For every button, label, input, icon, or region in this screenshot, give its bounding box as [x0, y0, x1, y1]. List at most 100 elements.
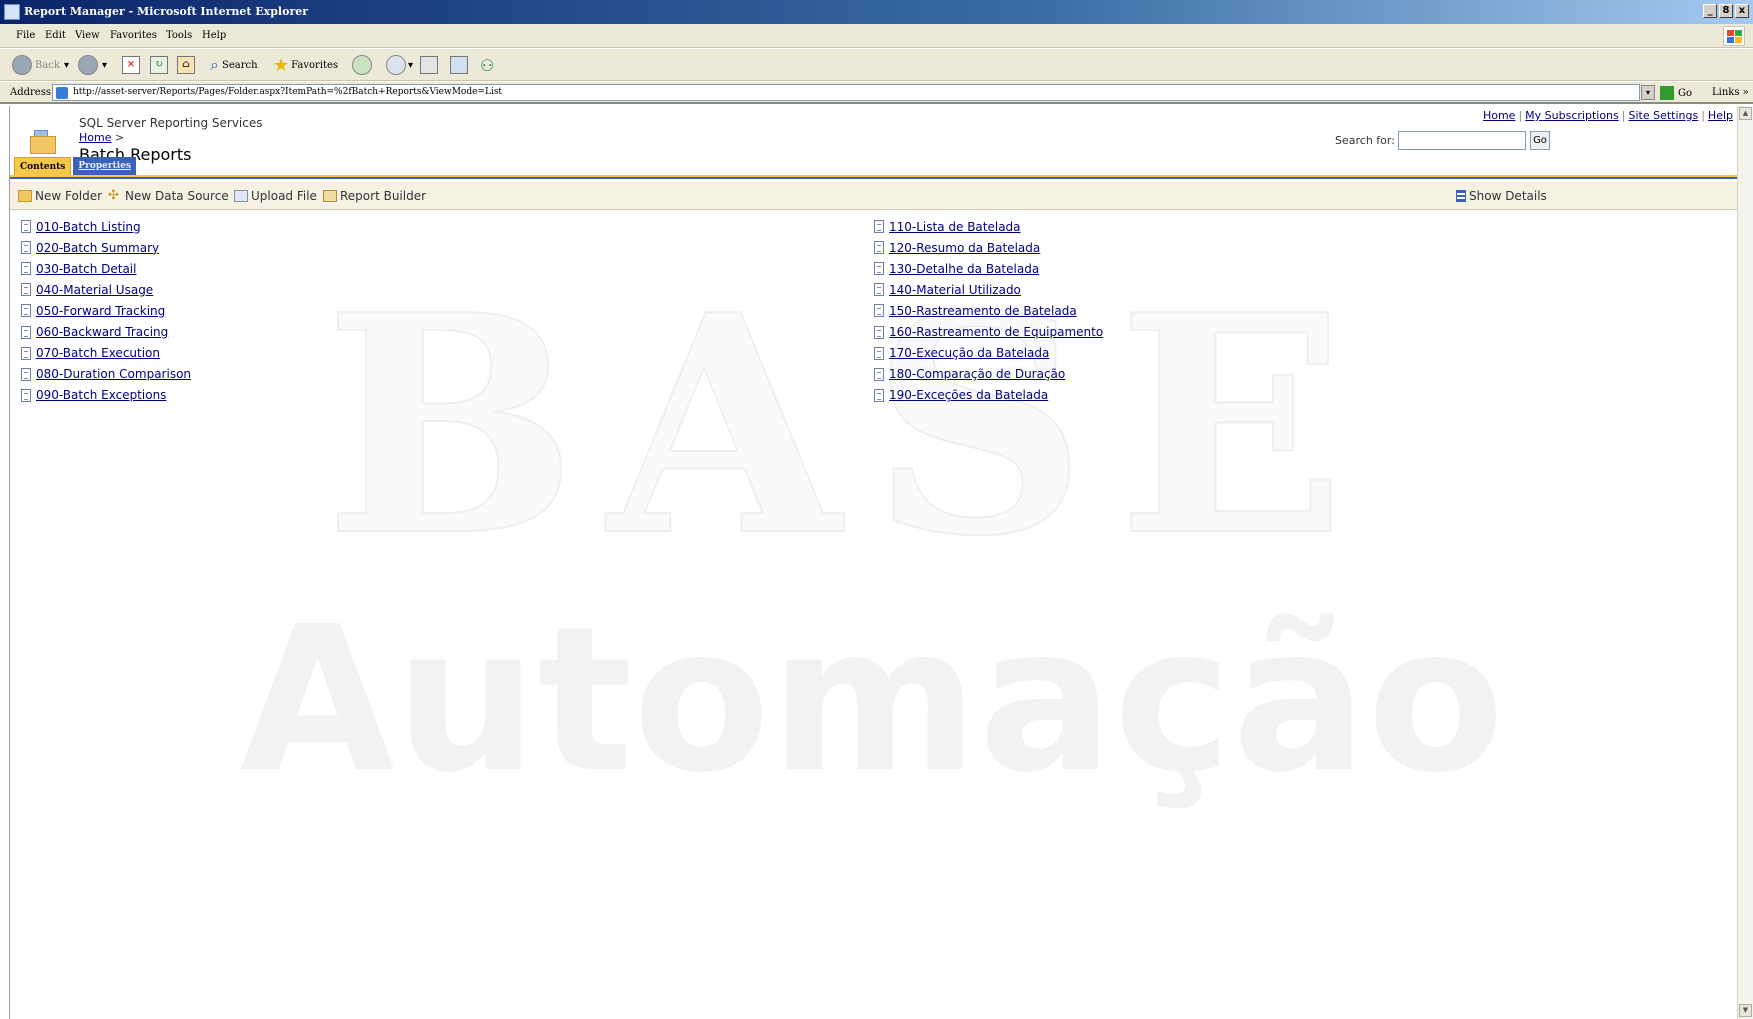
back-button[interactable]: Back ▾: [12, 54, 69, 76]
help-link[interactable]: Help: [1708, 109, 1733, 122]
scroll-down-arrow-icon[interactable]: ▼: [1739, 1004, 1752, 1017]
address-dropdown-button[interactable]: ▾: [1641, 85, 1655, 100]
mail-button[interactable]: ▾: [386, 54, 413, 76]
tab-contents[interactable]: Contents: [14, 157, 72, 175]
page-icon: [56, 87, 68, 99]
report-link[interactable]: 150-Rastreamento de Batelada: [889, 304, 1077, 318]
search-go-button[interactable]: Go: [1530, 131, 1550, 150]
report-link[interactable]: 060-Backward Tracing: [36, 325, 168, 339]
menu-view[interactable]: View: [75, 30, 100, 41]
menu-help[interactable]: Help: [202, 30, 226, 41]
search-label: Search for:: [1335, 134, 1395, 147]
report-icon: [21, 304, 31, 318]
report-link[interactable]: 140-Material Utilizado: [889, 283, 1021, 297]
show-details-button[interactable]: Show Details: [1456, 189, 1547, 203]
history-button[interactable]: [352, 54, 372, 76]
new-data-source-button[interactable]: ✣ New Data Source: [108, 189, 229, 203]
links-button[interactable]: Links »: [1712, 87, 1749, 98]
list-item: 120-Resumo da Batelada: [874, 237, 1103, 258]
chevron-down-icon: ▾: [63, 59, 70, 71]
report-link[interactable]: 050-Forward Tracking: [36, 304, 165, 318]
report-link[interactable]: 030-Batch Detail: [36, 262, 136, 276]
forward-arrow-icon: [78, 55, 98, 75]
vertical-scrollbar[interactable]: ▲ ▼: [1737, 106, 1753, 1019]
tab-underline: [10, 175, 1738, 179]
report-link[interactable]: 020-Batch Summary: [36, 241, 159, 255]
search-input[interactable]: [1398, 131, 1526, 150]
refresh-button[interactable]: ↻: [150, 54, 168, 76]
address-go-button[interactable]: Go: [1660, 85, 1692, 101]
menu-favorites[interactable]: Favorites: [110, 30, 157, 41]
minimize-button[interactable]: _: [1703, 4, 1717, 18]
menu-edit[interactable]: Edit: [45, 30, 66, 41]
my-subscriptions-link[interactable]: My Subscriptions: [1525, 109, 1619, 122]
messenger-button[interactable]: ⚇: [480, 54, 494, 76]
report-link[interactable]: 070-Batch Execution: [36, 346, 160, 360]
breadcrumb-separator: >: [114, 131, 125, 144]
report-link[interactable]: 080-Duration Comparison: [36, 367, 191, 381]
report-link[interactable]: 130-Detalhe da Batelada: [889, 262, 1039, 276]
restore-button[interactable]: 8: [1719, 4, 1733, 18]
address-input[interactable]: http://asset-server/Reports/Pages/Folder…: [52, 84, 1640, 101]
scroll-up-arrow-icon[interactable]: ▲: [1739, 107, 1752, 120]
messenger-icon: ⚇: [480, 55, 495, 75]
menu-file[interactable]: File: [16, 30, 35, 41]
tab-strip: Contents Properties: [14, 157, 137, 175]
breadcrumb-home-link[interactable]: Home: [79, 131, 111, 144]
upload-icon: [234, 190, 248, 202]
report-icon: [874, 262, 884, 276]
upload-file-button[interactable]: Upload File: [234, 189, 317, 203]
report-icon: [21, 346, 31, 360]
report-icon: [874, 388, 884, 402]
edit-button[interactable]: [450, 54, 468, 76]
edit-icon: [450, 56, 468, 74]
report-link[interactable]: 180-Comparação de Duração: [889, 367, 1065, 381]
window-title-bar: Report Manager - Microsoft Internet Expl…: [0, 0, 1753, 24]
report-icon: [874, 304, 884, 318]
report-link[interactable]: 040-Material Usage: [36, 283, 153, 297]
list-item: 020-Batch Summary: [21, 237, 191, 258]
report-icon: [874, 220, 884, 234]
report-icon: [874, 346, 884, 360]
report-builder-button[interactable]: Report Builder: [323, 189, 426, 203]
windows-logo-icon: [1723, 26, 1745, 46]
address-url: http://asset-server/Reports/Pages/Folder…: [73, 87, 503, 97]
stop-button[interactable]: ×: [122, 54, 140, 76]
print-button[interactable]: [420, 54, 438, 76]
new-folder-icon: [18, 190, 32, 202]
report-link[interactable]: 120-Resumo da Batelada: [889, 241, 1040, 255]
report-link[interactable]: 170-Execução da Batelada: [889, 346, 1049, 360]
list-item: 010-Batch Listing: [21, 216, 191, 237]
list-item: 050-Forward Tracking: [21, 300, 191, 321]
favorites-button[interactable]: ★ Favorites: [273, 54, 338, 76]
stop-icon: ×: [122, 56, 140, 74]
report-link[interactable]: 090-Batch Exceptions: [36, 388, 166, 402]
folder-icon: [28, 128, 58, 156]
search-button[interactable]: ⌕ Search: [210, 54, 258, 76]
report-icon: [21, 283, 31, 297]
forward-button[interactable]: ▾: [78, 54, 107, 76]
home-link[interactable]: Home: [1483, 109, 1515, 122]
report-link[interactable]: 160-Rastreamento de Equipamento: [889, 325, 1103, 339]
site-settings-link[interactable]: Site Settings: [1628, 109, 1698, 122]
menu-tools[interactable]: Tools: [166, 30, 192, 41]
star-icon: ★: [273, 54, 290, 76]
new-folder-button[interactable]: New Folder: [18, 189, 102, 203]
global-links: Home | My Subscriptions | Site Settings | Help: [1482, 109, 1733, 122]
report-link[interactable]: 110-Lista de Batelada: [889, 220, 1021, 234]
close-button[interactable]: x: [1735, 4, 1749, 18]
list-item: 140-Material Utilizado: [874, 279, 1103, 300]
list-item: 170-Execução da Batelada: [874, 343, 1103, 364]
list-item: 190-Exceções da Batelada: [874, 385, 1103, 406]
tab-properties[interactable]: Properties: [73, 157, 137, 175]
report-link[interactable]: 190-Exceções da Batelada: [889, 388, 1048, 402]
details-view-icon: [1456, 190, 1466, 202]
report-icon: [21, 241, 31, 255]
list-item: 180-Comparação de Duração: [874, 364, 1103, 385]
home-button[interactable]: ⌂: [177, 54, 195, 76]
window-title: Report Manager - Microsoft Internet Expl…: [24, 5, 309, 18]
back-arrow-icon: [12, 55, 32, 75]
report-icon: [874, 241, 884, 255]
search-icon: ⌕: [210, 55, 219, 74]
report-link[interactable]: 010-Batch Listing: [36, 220, 141, 234]
